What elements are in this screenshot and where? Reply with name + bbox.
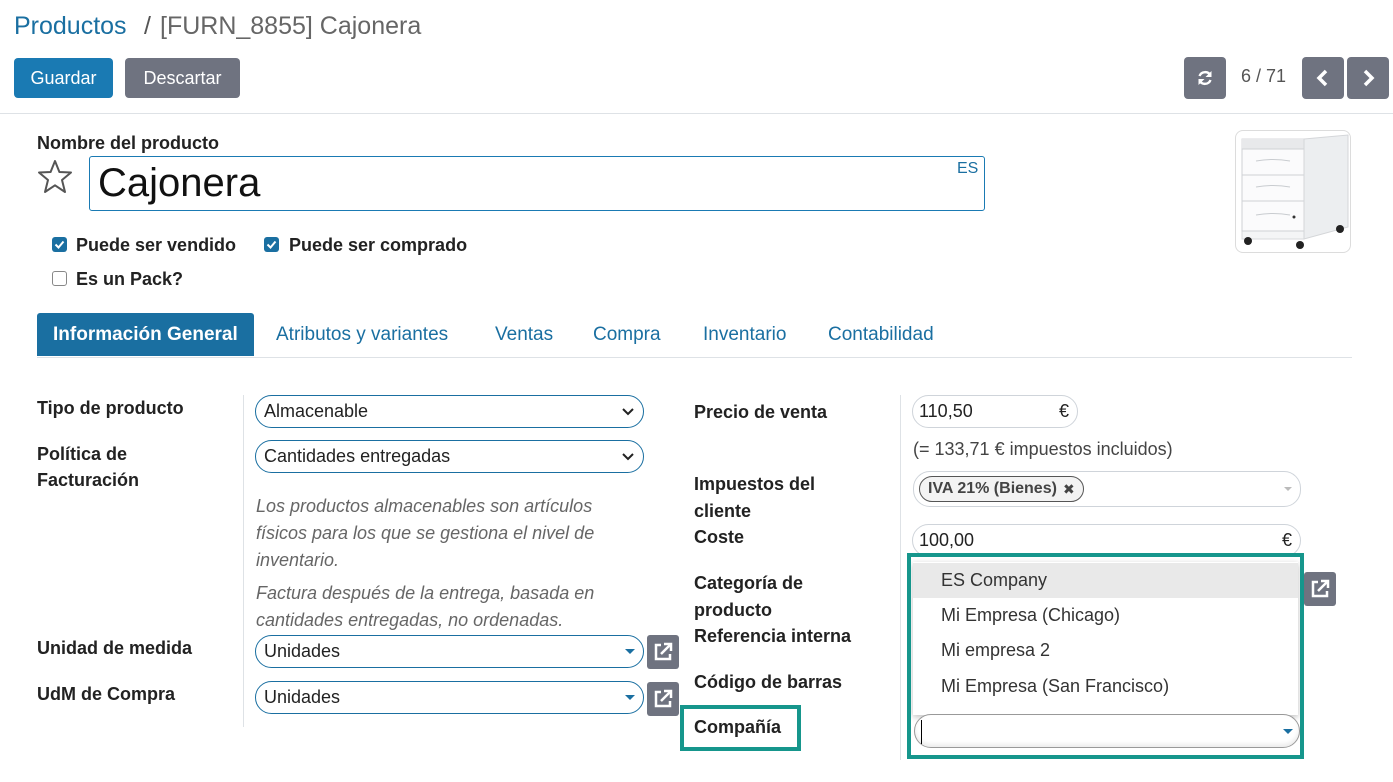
external-link-icon xyxy=(1311,579,1330,598)
refresh-icon xyxy=(1198,70,1212,86)
product-image[interactable] xyxy=(1235,130,1351,253)
caret-down-icon xyxy=(1284,487,1292,491)
tab-atributos-variantes[interactable]: Atributos y variantes xyxy=(276,313,448,356)
right-column-divider xyxy=(900,395,901,760)
currency-symbol: € xyxy=(1058,401,1069,421)
tab-compra[interactable]: Compra xyxy=(593,313,661,356)
is-pack-checkbox[interactable] xyxy=(52,271,67,286)
uom-value: Unidades xyxy=(264,641,341,661)
check-icon xyxy=(266,240,277,249)
tab-ventas[interactable]: Ventas xyxy=(495,313,553,356)
breadcrumb-separator: / xyxy=(144,12,151,40)
check-icon xyxy=(54,240,65,249)
refresh-button[interactable] xyxy=(1184,57,1226,99)
is-pack-label: Es un Pack? xyxy=(76,269,184,289)
tab-inventario[interactable]: Inventario xyxy=(703,313,786,356)
chevron-left-icon xyxy=(1316,69,1328,87)
drawer-cabinet-image xyxy=(1241,134,1349,249)
tax-included-text: (= 133,71 € impuestos incluidos) xyxy=(913,439,1173,459)
can-be-purchased-checkbox[interactable] xyxy=(264,237,279,252)
can-be-sold-checkbox[interactable] xyxy=(52,237,67,252)
barcode-label: Código de barras xyxy=(694,672,843,692)
category-label-line1: Categoría de xyxy=(694,573,804,593)
product-name-input[interactable]: Cajonera xyxy=(89,156,985,211)
sale-price-value: 110,50 xyxy=(919,401,973,421)
tax-tag: IVA 21% (Bienes) ✖ xyxy=(919,476,1084,502)
breadcrumb-current: [FURN_8855] Cajonera xyxy=(160,12,422,40)
chevron-down-icon xyxy=(622,453,634,461)
customer-taxes-label-line2: cliente xyxy=(694,501,752,521)
can-be-sold-label: Puede ser vendido xyxy=(76,235,237,255)
purchase-uom-label: UdM de Compra xyxy=(37,684,176,704)
favorite-toggle[interactable] xyxy=(36,158,74,201)
uom-select[interactable]: Unidades xyxy=(255,635,644,668)
invoice-policy-select[interactable]: Cantidades entregadas xyxy=(255,440,644,473)
cost-value: 100,00 xyxy=(919,530,975,550)
internal-reference-label: Referencia interna xyxy=(694,626,852,646)
invoice-policy-label-line1: Política de xyxy=(37,444,128,464)
company-dropdown-highlight xyxy=(907,553,1304,759)
chevron-right-icon xyxy=(1363,69,1375,87)
save-button[interactable]: Guardar xyxy=(14,58,113,98)
help-storable-line1: Los productos almacenables son artículos xyxy=(256,496,593,516)
product-name-label: Nombre del producto xyxy=(37,133,220,153)
caret-down-icon xyxy=(625,649,635,654)
can-be-purchased-label: Puede ser comprado xyxy=(289,235,468,255)
product-type-label: Tipo de producto xyxy=(37,398,184,418)
star-icon xyxy=(38,160,72,193)
uom-external-link-button[interactable] xyxy=(647,635,679,669)
language-button[interactable]: ES xyxy=(957,160,978,178)
pager-next-button[interactable] xyxy=(1347,57,1389,99)
external-link-icon xyxy=(654,642,673,661)
pager-counter: 6 / 71 xyxy=(1241,66,1287,86)
external-link-icon xyxy=(654,689,673,708)
purchase-uom-select[interactable]: Unidades xyxy=(255,681,644,714)
purchase-uom-external-link-button[interactable] xyxy=(647,682,679,716)
caret-down-icon xyxy=(625,695,635,700)
category-label-line2: producto xyxy=(694,600,772,620)
category-external-link-button[interactable] xyxy=(1304,572,1336,606)
chevron-down-icon xyxy=(622,408,634,416)
currency-symbol: € xyxy=(1281,530,1292,550)
breadcrumb-root-link[interactable]: Productos xyxy=(14,12,127,41)
tab-contabilidad[interactable]: Contabilidad xyxy=(828,313,934,356)
help-invoice-line2: cantidades entregadas, no ordenadas. xyxy=(256,610,564,630)
company-label: Compañía xyxy=(694,717,782,737)
tax-tag-label: IVA 21% (Bienes) xyxy=(928,480,1057,497)
product-type-select[interactable]: Almacenable xyxy=(255,395,644,428)
remove-tag-icon[interactable]: ✖ xyxy=(1063,481,1075,498)
discard-button[interactable]: Descartar xyxy=(125,58,240,98)
help-invoice-line1: Factura después de la entrega, basada en xyxy=(256,583,595,603)
sale-price-label: Precio de venta xyxy=(694,402,828,422)
help-storable-line2: físicos para los que se gestiona el nive… xyxy=(256,523,595,543)
customer-taxes-field[interactable]: IVA 21% (Bienes) ✖ xyxy=(913,471,1301,507)
purchase-uom-value: Unidades xyxy=(264,687,341,707)
uom-label: Unidad de medida xyxy=(37,638,193,658)
customer-taxes-label-line1: Impuestos del xyxy=(694,474,816,494)
sale-price-input[interactable]: 110,50 € xyxy=(912,395,1078,428)
left-column-divider xyxy=(243,395,244,727)
help-storable-line3: inventario. xyxy=(256,550,340,570)
invoice-policy-value: Cantidades entregadas xyxy=(264,446,451,466)
tab-informacion-general[interactable]: Información General xyxy=(37,313,254,356)
header-divider xyxy=(0,113,1393,114)
invoice-policy-label-line2: Facturación xyxy=(37,470,140,490)
product-type-value: Almacenable xyxy=(264,401,369,421)
cost-label: Coste xyxy=(694,527,745,547)
pager-previous-button[interactable] xyxy=(1302,57,1344,99)
tabs-divider xyxy=(37,357,1352,358)
